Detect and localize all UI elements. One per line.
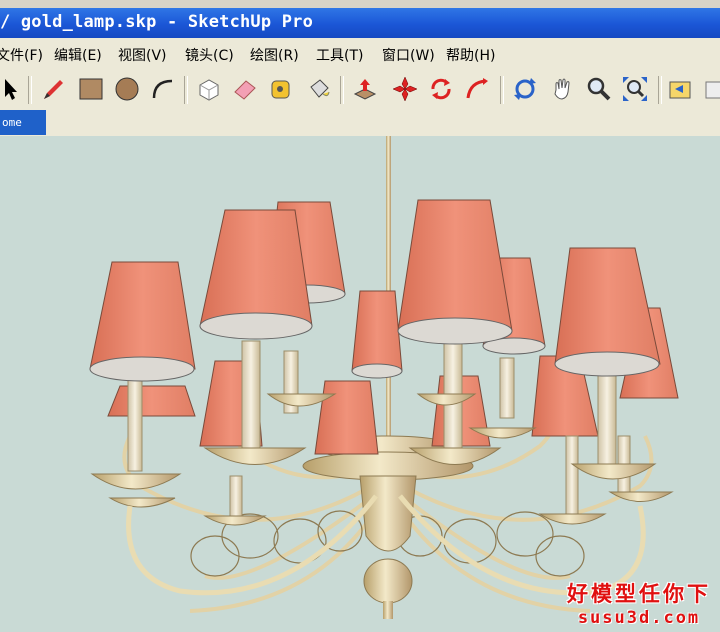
menu-draw[interactable]: 绘图(R) [250, 45, 299, 65]
rotate-icon[interactable] [426, 74, 456, 104]
follow-me-icon[interactable] [462, 74, 492, 104]
model-viewport[interactable]: 好模型任你下 susu3d.com [0, 136, 720, 632]
watermark: 好模型任你下 susu3d.com [564, 578, 714, 628]
toolbar-separator [500, 76, 504, 104]
main-toolbar [0, 70, 720, 111]
menu-file[interactable]: 文件(F) [0, 45, 43, 65]
scene-tab-home[interactable]: ome [0, 110, 46, 135]
window-top-strip [0, 0, 720, 8]
previous-view-icon[interactable] [666, 74, 696, 104]
toolbar-separator [340, 76, 344, 104]
scene-tab-row: ome [0, 110, 720, 136]
toolbar-separator [28, 76, 32, 104]
hanging-rod [386, 136, 391, 436]
menu-window[interactable]: 窗口(W) [382, 45, 435, 65]
zoom-icon[interactable] [584, 74, 614, 104]
chandelier-model [89, 136, 679, 619]
menu-view[interactable]: 视图(V) [118, 45, 167, 65]
push-pull-icon[interactable] [350, 74, 380, 104]
title-bar: / gold_lamp.skp - SketchUp Pro [0, 8, 720, 38]
window-title: / gold_lamp.skp - SketchUp Pro [0, 12, 314, 32]
arc-tool-icon[interactable] [148, 74, 178, 104]
circle-tool-icon[interactable] [112, 74, 142, 104]
toolbar-separator [658, 76, 662, 104]
move-icon[interactable] [390, 74, 420, 104]
paint-bucket-icon[interactable] [304, 74, 334, 104]
pan-hand-icon[interactable] [548, 74, 578, 104]
eraser-icon[interactable] [230, 74, 260, 104]
rectangle-tool-icon[interactable] [76, 74, 106, 104]
watermark-line2: susu3d.com [577, 608, 701, 628]
menu-bar: 文件(F) 编辑(E) 视图(V) 镜头(C) 绘图(R) 工具(T) 窗口(W… [0, 38, 720, 70]
orbit-icon[interactable] [510, 74, 540, 104]
zoom-extents-icon[interactable] [620, 74, 650, 104]
menu-camera[interactable]: 镜头(C) [185, 45, 234, 65]
next-view-icon[interactable] [700, 74, 720, 104]
select-tool-icon[interactable] [0, 74, 24, 104]
toolbar-separator [184, 76, 188, 104]
watermark-line1: 好模型任你下 [567, 582, 711, 606]
menu-tools[interactable]: 工具(T) [316, 45, 363, 65]
menu-help[interactable]: 帮助(H) [446, 45, 495, 65]
tape-measure-icon[interactable] [266, 74, 296, 104]
menu-edit[interactable]: 编辑(E) [54, 45, 102, 65]
make-component-icon[interactable] [194, 74, 224, 104]
pencil-tool-icon[interactable] [38, 74, 68, 104]
